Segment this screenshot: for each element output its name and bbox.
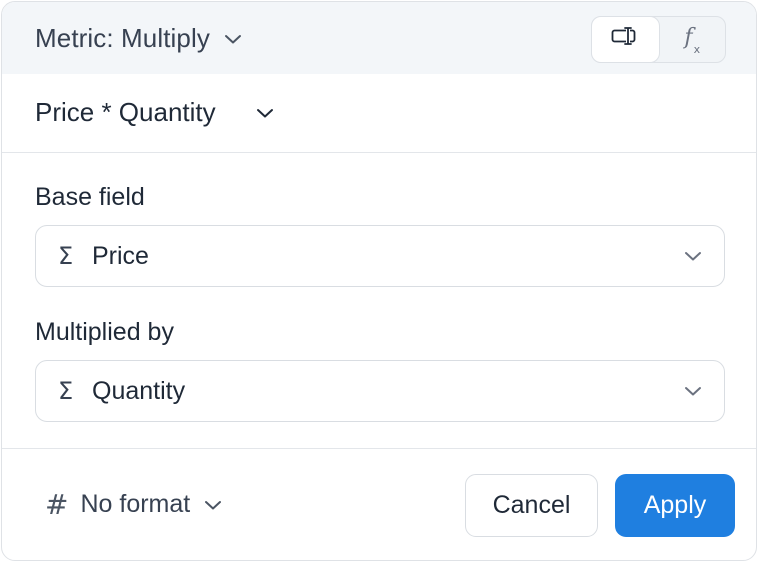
panel-header: Metric: Multiply fx (2, 2, 756, 74)
multiplied-by-select[interactable]: Σ Quantity (35, 360, 725, 422)
sigma-icon: Σ (58, 377, 74, 405)
column-picker-icon (611, 25, 639, 54)
hash-icon: # (45, 488, 69, 521)
editor-mode-toggle: fx (591, 16, 726, 63)
chevron-down-icon (224, 33, 242, 45)
formula-mode-button[interactable]: fx (659, 17, 726, 62)
fx-icon-f: f (684, 25, 693, 51)
divider (2, 448, 756, 449)
expression-dropdown[interactable]: Price * Quantity (35, 97, 274, 128)
multiplied-by-value: Quantity (92, 376, 186, 405)
expression-text: Price * Quantity (35, 97, 216, 127)
format-dropdown[interactable]: # No format (45, 488, 222, 521)
chevron-down-icon (204, 499, 222, 511)
metric-type-dropdown[interactable]: Metric: Multiply (35, 23, 242, 54)
metric-editor-panel: Metric: Multiply fx Price * Quantity Bas… (1, 1, 757, 561)
base-field-select[interactable]: Σ Price (35, 225, 725, 287)
base-field-value: Price (92, 241, 149, 270)
base-field-label: Base field (35, 183, 145, 211)
chevron-down-icon (684, 385, 702, 397)
cancel-button[interactable]: Cancel (465, 474, 598, 537)
chevron-down-icon (256, 107, 274, 119)
fx-icon-x: x (693, 42, 701, 56)
column-mode-button[interactable] (592, 17, 659, 62)
metric-type-label: Metric: Multiply (35, 23, 210, 53)
divider (2, 152, 756, 153)
multiplied-by-label: Multiplied by (35, 318, 174, 346)
format-label: No format (80, 490, 191, 518)
apply-button[interactable]: Apply (615, 474, 735, 537)
chevron-down-icon (684, 250, 702, 262)
sigma-icon: Σ (58, 242, 74, 270)
fx-icon: fx (684, 25, 700, 55)
